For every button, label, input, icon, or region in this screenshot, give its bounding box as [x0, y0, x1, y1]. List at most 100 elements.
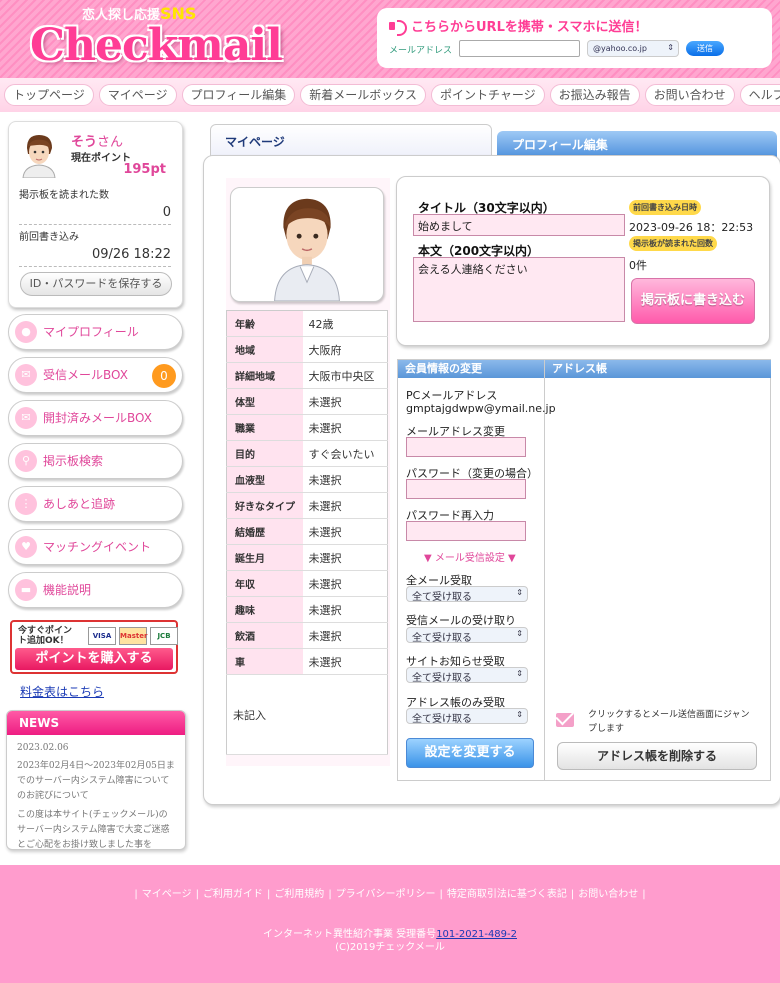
column-divider — [544, 360, 545, 780]
password-input[interactable] — [406, 479, 526, 499]
mail-change-input[interactable] — [406, 437, 526, 457]
table-row: 年収 未選択 — [226, 570, 388, 597]
registration-number-link[interactable]: 101-2021-489-2 — [436, 929, 517, 940]
table-row: 車未選択 — [226, 648, 388, 675]
footprint-icon: ⋮ — [15, 493, 37, 515]
footer-link-privacy[interactable]: プライバシーポリシー — [336, 889, 436, 900]
table-row: 未記入 — [226, 674, 388, 755]
last-post-row: 前回書き込み 09/26 18:22 — [19, 228, 171, 267]
site-notice-select[interactable]: 全て受け取る — [406, 667, 528, 684]
table-row: 誕生月 未選択 — [226, 544, 388, 571]
page: 恋人探し応援SNS Checkmail こちらからURLを携帯・スマホに送信！ … — [0, 0, 780, 983]
read-count-label: 掲示板を読まれた数 — [19, 190, 109, 201]
footer-link-guide[interactable]: ご利用ガイド — [203, 889, 263, 900]
user-name-suffix: さん — [97, 135, 124, 150]
menu-label: 受信メールBOX — [43, 368, 128, 382]
post-body-textarea[interactable]: 会える人連絡ください — [413, 257, 625, 322]
logo-text: Checkmail — [30, 20, 283, 71]
all-mail-select[interactable]: 全て受け取る — [406, 586, 528, 603]
nav-top[interactable]: トップページ — [4, 84, 94, 106]
delete-address-book-button[interactable]: アドレス帳を削除する — [557, 742, 757, 770]
menu-opened-mail[interactable]: ✉ 開封済みメールBOX — [8, 400, 183, 436]
buy-subtitle: 今すぐポイント追加OK！ — [18, 626, 73, 646]
footer-link-contact[interactable]: お問い合わせ — [578, 889, 638, 900]
profile-key: 車 — [226, 648, 303, 675]
profile-avatar-image — [274, 198, 340, 302]
menu-label: 機能説明 — [43, 583, 92, 597]
footer-link-mypage[interactable]: マイページ — [142, 889, 192, 900]
profile-value: 大阪市中央区 — [302, 362, 388, 389]
change-settings-button[interactable]: 設定を変更する — [406, 738, 534, 768]
url-send-box: こちらからURLを携帯・スマホに送信！ メールアドレス @yahoo.co.jp… — [377, 8, 772, 68]
menu-matching-event[interactable]: ♥ マッチングイベント — [8, 529, 183, 565]
pc-mail-label: PCメールアドレス — [406, 389, 498, 402]
received-mail-select[interactable]: 全て受け取る — [406, 627, 528, 644]
profile-value: 未選択 — [302, 414, 388, 441]
footer-link-legal[interactable]: 特定商取引法に基づく表記 — [447, 889, 567, 900]
profile-value: 未選択 — [302, 388, 388, 415]
nav-point-charge[interactable]: ポイントチャージ — [430, 84, 545, 106]
menu-board-search[interactable]: ⚲ 掲示板検索 — [8, 443, 183, 479]
last-post-date-label: 前回書き込み日時 — [629, 200, 701, 215]
nav-contact[interactable]: お問い合わせ — [644, 84, 735, 106]
points-value: 195pt — [123, 162, 166, 177]
table-row: 地域 大阪府 — [226, 336, 388, 363]
fee-table-link[interactable]: 料金表はこちら — [20, 683, 104, 700]
header: 恋人探し応援SNS Checkmail こちらからURLを携帯・スマホに送信！ … — [0, 0, 780, 78]
menu-label: マイプロフィール — [43, 325, 139, 339]
address-only-select[interactable]: 全て受け取る — [406, 708, 528, 725]
send-button[interactable]: 送信 — [686, 41, 724, 56]
news-panel: NEWS 2023.02.06 2023年02月4日～2023年02月05日まで… — [6, 710, 186, 850]
footer-link-terms[interactable]: ご利用規約 — [274, 889, 324, 900]
news-body: この度は本サイト(チェックメール)のサーバー内システム障害で大変ご迷惑とご心配を… — [17, 810, 170, 850]
news-headline[interactable]: 2023年02月4日～2023年02月05日までのサーバー内システム障害について… — [17, 759, 175, 804]
menu-inbox[interactable]: ✉ 受信メールBOX 0 — [8, 357, 183, 393]
nav-mypage[interactable]: マイページ — [98, 84, 177, 106]
news-title: NEWS — [7, 711, 185, 735]
nav-new-mail[interactable]: 新着メールボックス — [300, 84, 426, 106]
menu-label: 掲示板検索 — [43, 454, 104, 468]
profile-key: 好きなタイプ — [226, 492, 303, 519]
menu-footprint[interactable]: ⋮ あしあと追跡 — [8, 486, 183, 522]
board-read-count-value: 0件 — [629, 259, 647, 272]
address-book-header: アドレス帳 — [545, 360, 771, 378]
post-board-button[interactable]: 掲示板に書き込む — [631, 278, 755, 324]
password-again-input[interactable] — [406, 521, 526, 541]
speaker-icon — [389, 19, 407, 36]
save-id-password-button[interactable]: ID・パスワードを保存する — [20, 272, 172, 296]
profile-key: 体型 — [226, 388, 303, 415]
nav-help[interactable]: ヘルプ — [739, 84, 780, 106]
user-name: そう — [71, 135, 98, 150]
table-row: 飲酒 未選択 — [226, 622, 388, 649]
registration-text: インターネット異性紹介事業 受理番号 — [263, 929, 437, 940]
heart-icon: ♥ — [15, 536, 37, 558]
email-input[interactable] — [459, 40, 580, 57]
profile-key: 職業 — [226, 414, 303, 441]
table-row: 体型 未選択 — [226, 388, 388, 415]
buy-points-button[interactable]: ポイントを購入する — [15, 648, 173, 670]
points-label: 現在ポイント — [71, 153, 131, 164]
profile-key: 血液型 — [226, 466, 303, 493]
table-row: 詳細地域 大阪市中央区 — [226, 362, 388, 389]
profile-value: 42歳 — [302, 310, 388, 337]
post-title-input[interactable]: 始めまして — [413, 214, 625, 236]
profile-key: 年収 — [226, 570, 303, 597]
tab-profile-edit[interactable]: プロフィール編集 — [497, 131, 777, 158]
domain-select[interactable]: @yahoo.co.jp — [587, 40, 679, 57]
nav-profile-edit[interactable]: プロフィール編集 — [181, 84, 296, 106]
profile-key: 目的 — [226, 440, 303, 467]
profile-key: 誕生月 — [226, 544, 303, 571]
site-logo[interactable]: 恋人探し応援SNS Checkmail — [30, 4, 283, 74]
profile-value: 未選択 — [302, 596, 388, 623]
copyright: (C)2019チェックメール — [335, 942, 445, 953]
chat-icon: ▬ — [15, 579, 37, 601]
menu-feature-guide[interactable]: ▬ 機能説明 — [8, 572, 183, 608]
tab-mypage[interactable]: マイページ — [210, 124, 492, 158]
last-post-date-value: 2023-09-26 18：22:53 — [629, 221, 754, 234]
profile-card: そうさん 現在ポイント 195pt 掲示板を読まれた数 0 前回書き込み 09/26… — [8, 121, 183, 308]
menu-my-profile[interactable]: ● マイプロフィール — [8, 314, 183, 350]
nav-transfer-report[interactable]: お振込み報告 — [549, 84, 640, 106]
buy-points-banner[interactable]: 今すぐポイント追加OK！ VISA Master JCB ポイントを購入する — [10, 620, 178, 674]
profile-key: 結婚歴 — [226, 518, 303, 545]
visa-icon: VISA — [88, 627, 116, 645]
